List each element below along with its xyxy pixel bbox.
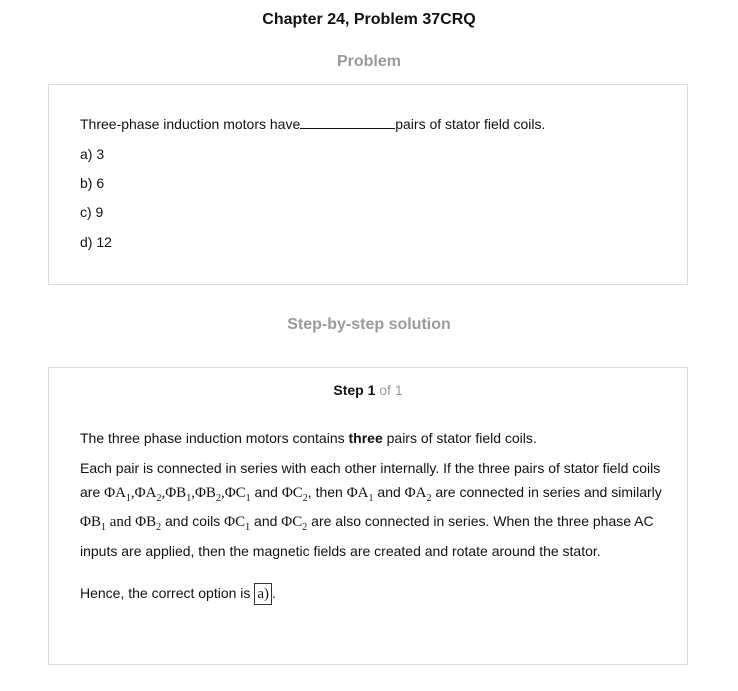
option-c: c) 9 <box>80 204 104 220</box>
option-b: b) 6 <box>80 175 105 191</box>
coil-list-equation: ΦA1,ΦA2,ΦB1,ΦB2,ΦC1 <box>104 484 251 504</box>
answer-box: a) <box>254 583 272 606</box>
option-d: d) 12 <box>80 234 112 250</box>
solution-conclusion: Hence, the correct option is a). <box>80 582 670 606</box>
question-text-before: Three-phase induction motors have <box>80 116 301 132</box>
solution-heading: Step-by-step solution <box>287 316 451 333</box>
question-blank <box>300 116 396 129</box>
option-a: a) 3 <box>80 146 105 162</box>
solution-paragraph-1: The three phase induction motors contain… <box>80 430 537 446</box>
problem-heading: Problem <box>336 53 401 70</box>
solution-paragraph-2: Each pair is connected in series with ea… <box>80 460 662 559</box>
step-number: Step 1 <box>333 382 376 398</box>
solution-panel: Step 1 of 1 The three phase induction mo… <box>48 367 688 665</box>
page-title: Chapter 24, Problem 37CRQ <box>262 11 476 28</box>
emphasis-three: three <box>348 430 383 446</box>
question-text: Three-phase induction motors have pairs o… <box>80 116 545 132</box>
problem-panel: Three-phase induction motors have pairs o… <box>48 84 688 285</box>
step-total: of 1 <box>379 382 403 398</box>
question-text-after: pairs of stator field coils. <box>395 116 546 132</box>
step-indicator: Step 1 of 1 <box>49 382 687 398</box>
